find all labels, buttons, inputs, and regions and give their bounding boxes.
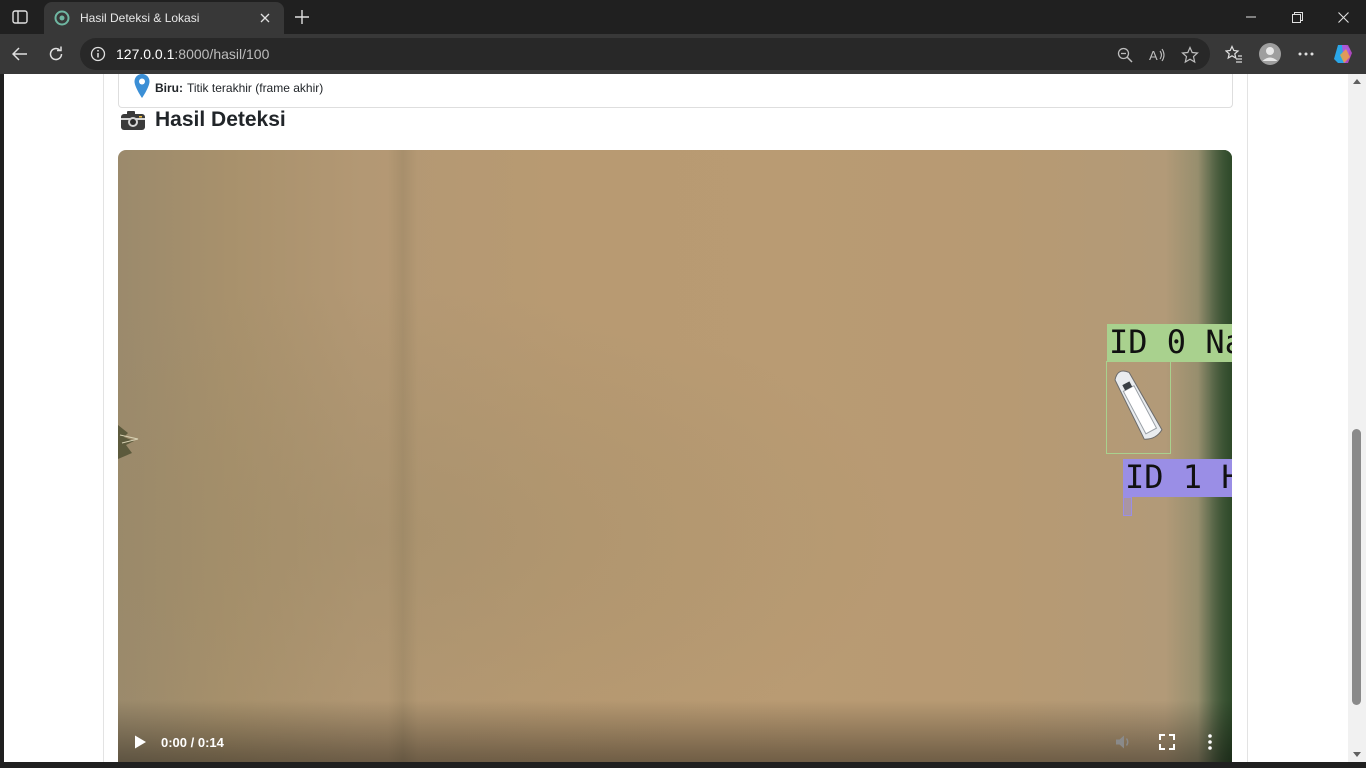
content-container: Biru: Titik terakhir (frame akhir) Hasil… xyxy=(103,74,1248,762)
url-text[interactable]: 127.0.0.1:8000/hasil/100 xyxy=(116,46,269,62)
minimize-icon[interactable] xyxy=(1228,0,1274,34)
browser-toolbar: 127.0.0.1:8000/hasil/100 A xyxy=(0,34,1366,74)
camera-icon xyxy=(121,111,145,130)
profile-icon[interactable] xyxy=(1258,42,1282,66)
floating-debris xyxy=(118,425,139,459)
svg-text:A: A xyxy=(1149,48,1158,63)
legend-text: Titik terakhir (frame akhir) xyxy=(187,81,324,95)
plus-icon[interactable] xyxy=(291,6,313,28)
volume-icon[interactable] xyxy=(1114,733,1132,751)
map-pin-icon xyxy=(134,74,150,98)
close-icon[interactable] xyxy=(256,9,274,27)
detection-box-id0 xyxy=(1106,361,1171,454)
tab-title: Hasil Deteksi & Lokasi xyxy=(80,11,200,25)
play-icon[interactable] xyxy=(132,734,148,750)
riverbank-vegetation xyxy=(1198,150,1232,762)
read-aloud-icon[interactable]: A xyxy=(1149,46,1167,64)
detection-box-id1 xyxy=(1123,497,1132,516)
tab-strip: Hasil Deteksi & Lokasi xyxy=(0,0,1366,34)
detection-label-id1: ID 1 H xyxy=(1123,459,1232,497)
url-path: :8000/hasil/100 xyxy=(174,46,270,62)
detection-label-id0: ID 0 Na xyxy=(1107,324,1232,362)
scroll-down-arrow-icon[interactable] xyxy=(1353,750,1361,758)
page-scrollbar[interactable] xyxy=(1348,74,1366,762)
fullscreen-icon[interactable] xyxy=(1158,733,1176,751)
video-time: 0:00 / 0:14 xyxy=(161,735,224,750)
restore-icon[interactable] xyxy=(1274,0,1320,34)
section-title: Hasil Deteksi xyxy=(155,108,286,131)
tab-favicon-icon xyxy=(54,10,70,26)
sidebar-toggle-icon[interactable] xyxy=(8,6,32,28)
detection-video[interactable]: ID 0 Na ID 1 H 0:00 / 0:14 xyxy=(118,150,1232,762)
close-window-icon[interactable] xyxy=(1320,0,1366,34)
info-icon[interactable] xyxy=(90,46,106,62)
zoom-out-icon[interactable] xyxy=(1116,46,1134,64)
legend-label: Biru: xyxy=(155,81,183,95)
more-options-icon[interactable] xyxy=(1201,733,1219,751)
favorite-star-icon[interactable] xyxy=(1181,46,1199,64)
boat xyxy=(1114,370,1163,440)
favorites-icon[interactable] xyxy=(1222,42,1246,66)
section-header: Hasil Deteksi xyxy=(120,108,286,132)
scroll-thumb[interactable] xyxy=(1352,429,1361,705)
page-viewport: Biru: Titik terakhir (frame akhir) Hasil… xyxy=(4,74,1348,762)
copilot-icon[interactable] xyxy=(1331,42,1355,66)
video-controls: 0:00 / 0:14 xyxy=(118,700,1232,762)
back-icon[interactable] xyxy=(8,42,32,66)
legend-item-blue: Biru: Titik terakhir (frame akhir) xyxy=(133,74,324,99)
map-legend-card: Biru: Titik terakhir (frame akhir) xyxy=(118,74,1233,108)
url-host: 127.0.0.1 xyxy=(116,46,175,62)
window-bottom-edge xyxy=(0,762,1366,768)
refresh-icon[interactable] xyxy=(44,42,68,66)
browser-tab[interactable]: Hasil Deteksi & Lokasi xyxy=(44,2,284,34)
address-bar[interactable]: 127.0.0.1:8000/hasil/100 A xyxy=(80,38,1210,70)
boat-wake xyxy=(388,150,418,762)
more-icon[interactable] xyxy=(1294,42,1318,66)
scroll-up-arrow-icon[interactable] xyxy=(1353,78,1361,86)
